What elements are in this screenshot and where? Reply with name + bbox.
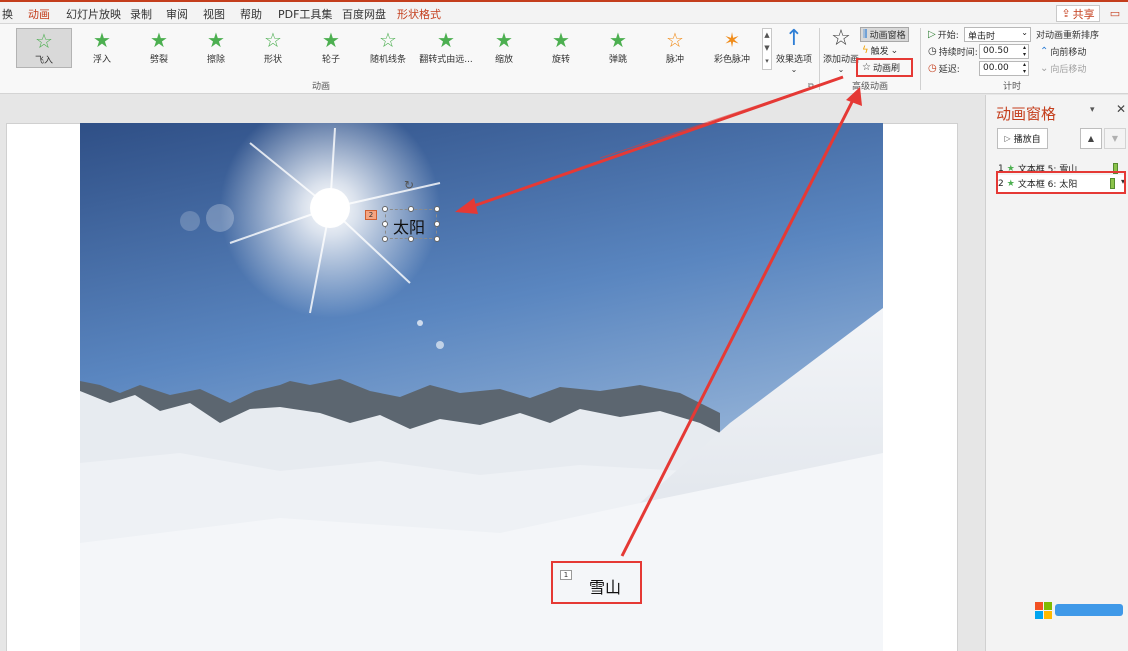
close-icon[interactable]: ✕ bbox=[1116, 102, 1126, 116]
animation-pane-title: 动画窗格 bbox=[996, 105, 1057, 123]
move-down-button[interactable]: ▼ bbox=[1104, 128, 1126, 149]
annotation-arrows bbox=[455, 75, 862, 557]
play-icon: ▷ bbox=[1004, 134, 1011, 143]
powerpoint-window: 换 动画 幻灯片放映 录制 审阅 视图 帮助 PDF工具集 百度网盘 形状格式 … bbox=[0, 0, 1128, 651]
logo-icon bbox=[1035, 602, 1123, 619]
move-up-button[interactable]: ▲ bbox=[1080, 128, 1102, 149]
animation-pane: 动画窗格 ▾ ✕ ▷ 播放自 ▲ ▼ 1 ★ 文本框 5: 雪山 2 ★ 文本框… bbox=[985, 95, 1128, 651]
play-from-label: 播放自 bbox=[1013, 135, 1041, 145]
play-from-button[interactable]: ▷ 播放自 bbox=[997, 128, 1048, 149]
pane-options-icon[interactable]: ▾ bbox=[1090, 105, 1095, 115]
selected-item-highlight bbox=[996, 171, 1126, 194]
